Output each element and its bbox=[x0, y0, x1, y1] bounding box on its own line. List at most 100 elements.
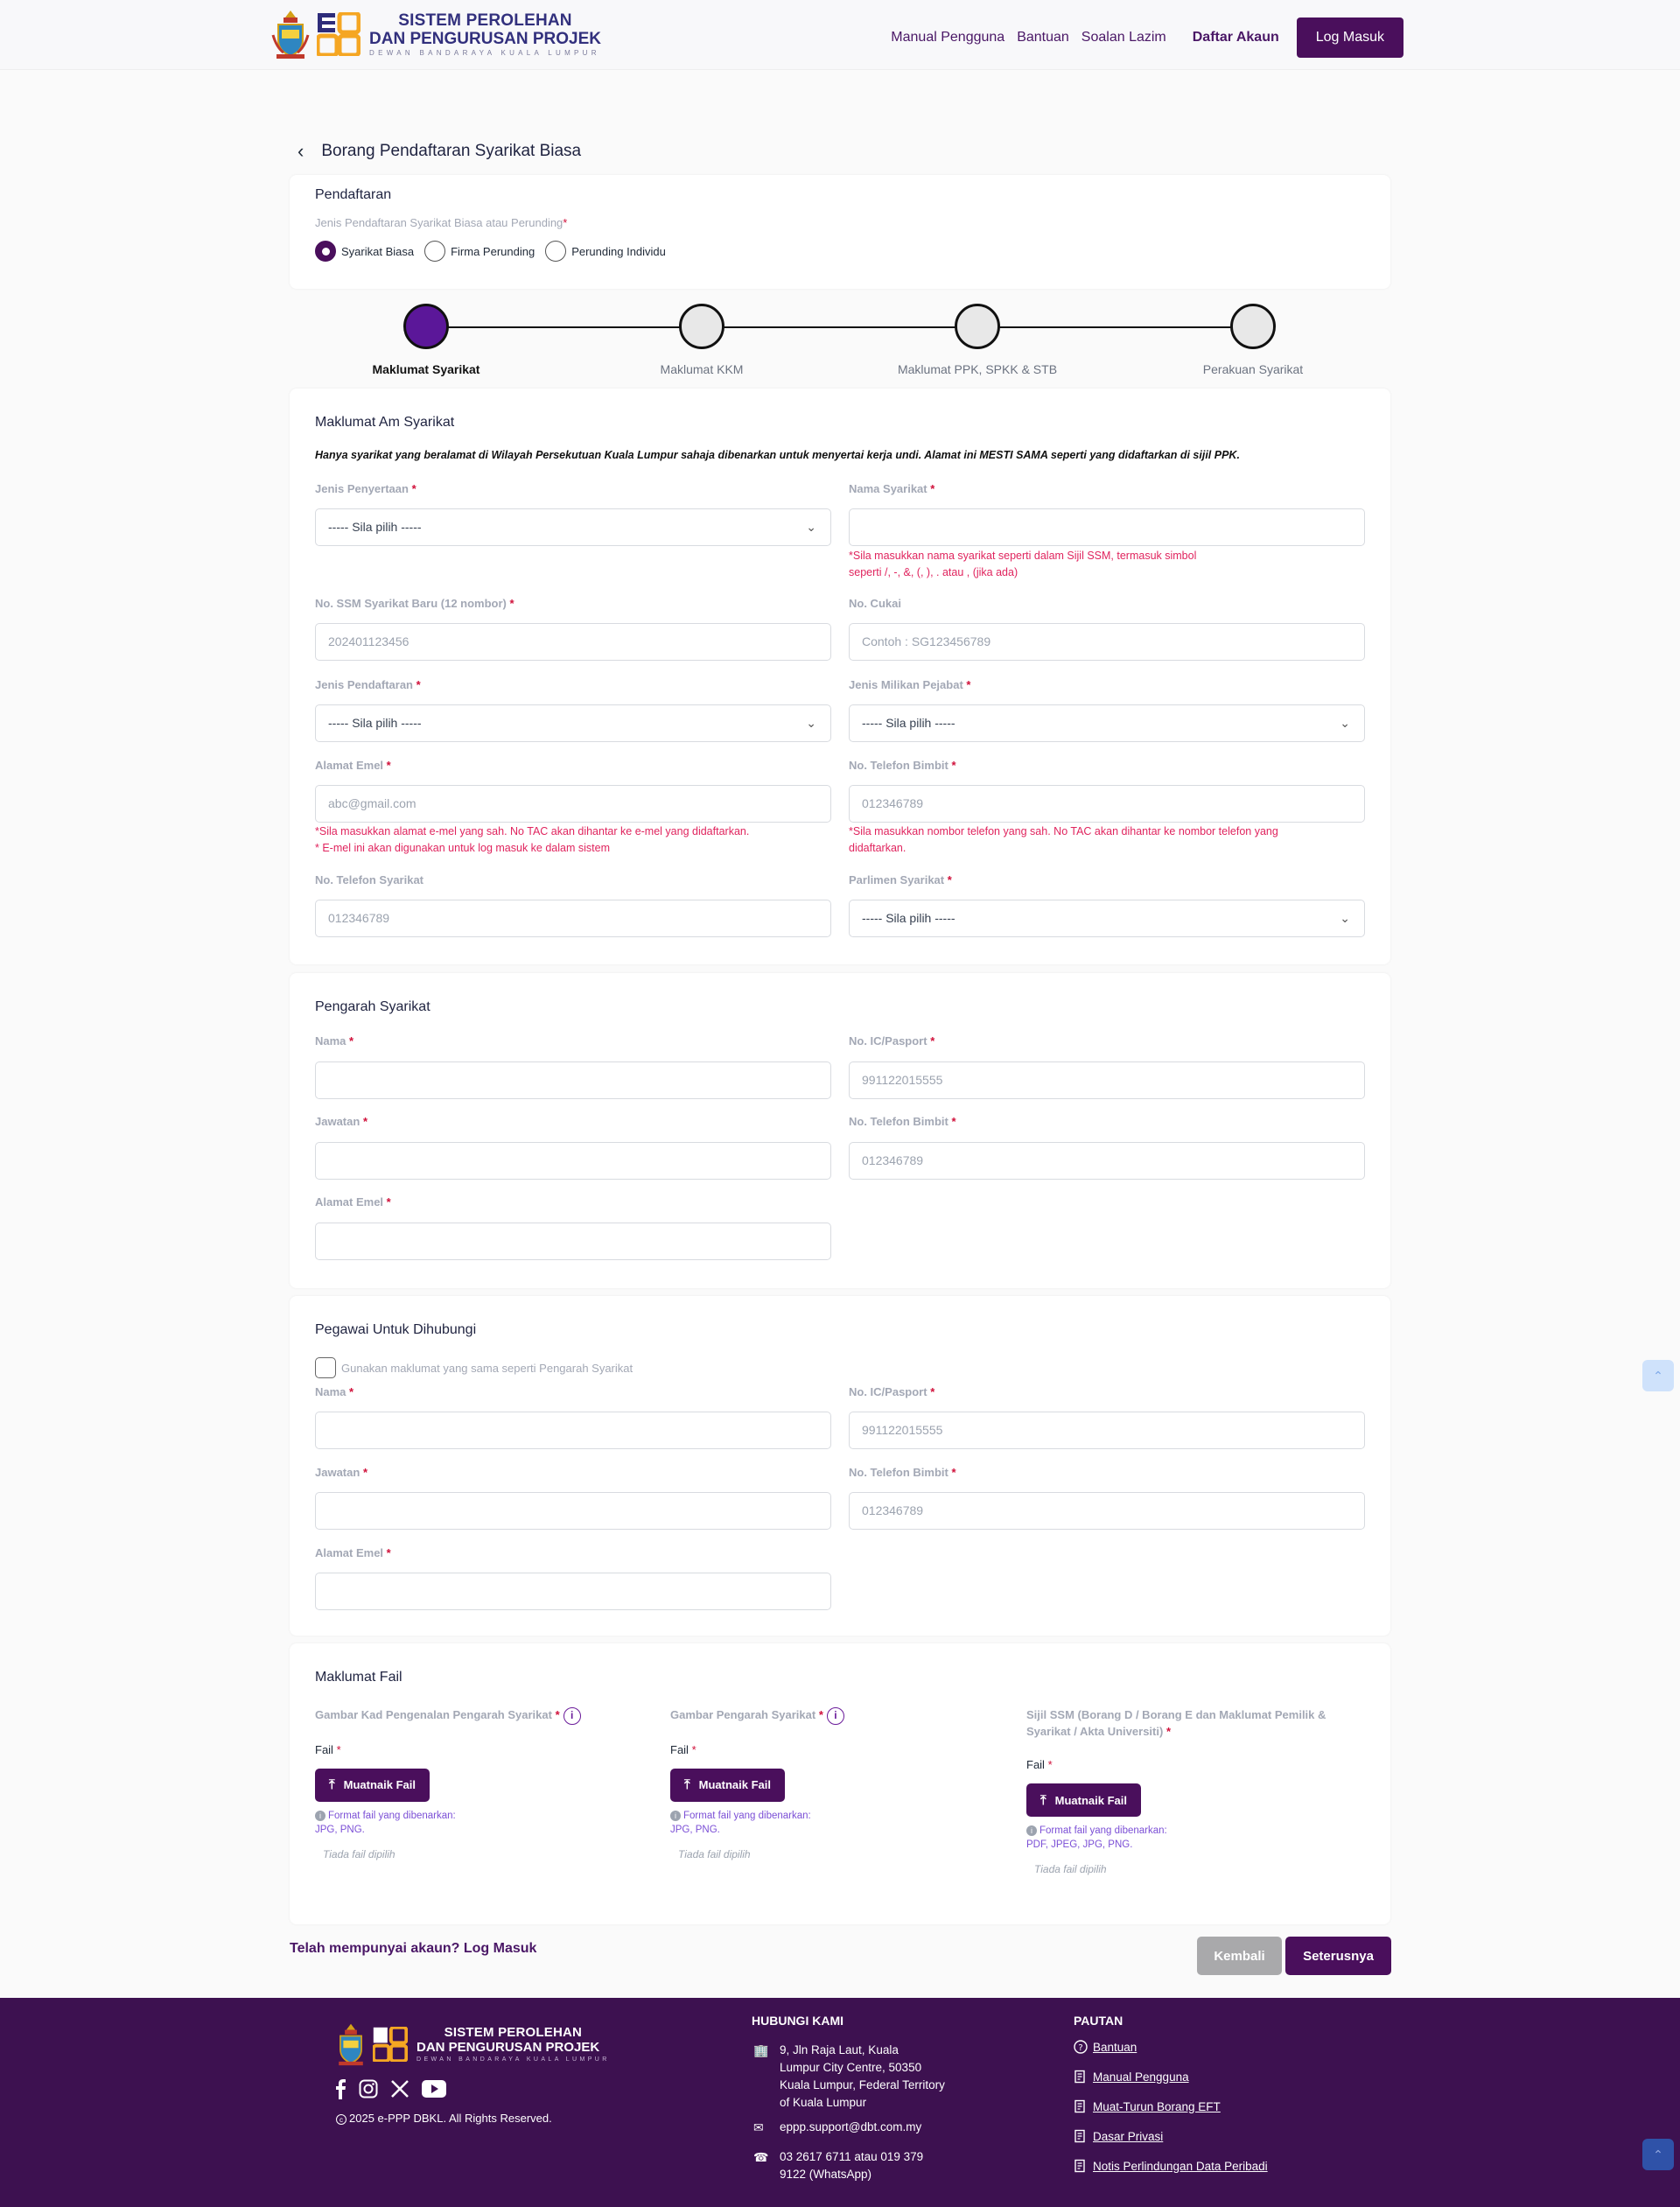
eppp-mark-icon bbox=[317, 12, 360, 56]
footer-link-privasi[interactable]: Dasar Privasi bbox=[1074, 2129, 1163, 2143]
same-as-pengarah-checkbox[interactable]: Gunakan maklumat yang sama seperti Penga… bbox=[315, 1357, 633, 1378]
copyright: c 2025 e-PPP DBKL. All Rights Reserved. bbox=[336, 2112, 552, 2125]
pengarah-nama-input[interactable] bbox=[315, 1061, 831, 1099]
site-logo[interactable]: SISTEM PEROLEHAN DAN PENGURUSAN PROJEK D… bbox=[271, 9, 601, 60]
facebook-icon[interactable] bbox=[334, 2078, 346, 2099]
seterusnya-button[interactable]: Seterusnya bbox=[1285, 1937, 1391, 1975]
document-icon bbox=[1074, 2070, 1085, 2084]
pengarah-jawatan-input[interactable] bbox=[315, 1142, 831, 1180]
radio-firma-perunding[interactable]: Firma Perunding bbox=[424, 241, 535, 262]
jenis-radio-group: Syarikat Biasa Firma Perunding Perunding… bbox=[315, 241, 676, 262]
footer-link-bantuan[interactable]: ? Bantuan bbox=[1074, 2040, 1137, 2054]
step-perakuan[interactable]: Perakuan Syarikat bbox=[1166, 304, 1340, 376]
nav-bantuan-link[interactable]: Bantuan bbox=[1017, 30, 1069, 46]
jenis-penyertaan-label: Jenis Penyertaan * bbox=[315, 482, 416, 495]
telefon-bimbit-hint: *Sila masukkan nombor telefon yang sah. … bbox=[849, 825, 1278, 854]
radio-dot bbox=[545, 241, 567, 262]
maklumat-fail-title: Maklumat Fail bbox=[315, 1670, 402, 1685]
pegawai-emel-label: Alamat Emel * bbox=[315, 1546, 391, 1559]
footer-brand-line-3: DEWAN BANDARAYA KUALA LUMPUR bbox=[416, 2056, 610, 2063]
x-twitter-icon[interactable] bbox=[390, 2079, 410, 2098]
kembali-button[interactable]: Kembali bbox=[1197, 1937, 1282, 1975]
file-title: Sijil SSM (Borang D / Borang E dan Maklu… bbox=[1026, 1708, 1326, 1738]
pengarah-telefon-label: No. Telefon Bimbit * bbox=[849, 1115, 956, 1128]
parlimen-select[interactable]: ----- Sila pilih ----- ⌄ bbox=[849, 900, 1365, 937]
address-note: Hanya syarikat yang beralamat di Wilayah… bbox=[315, 449, 1240, 461]
footer-scroll-top-button[interactable]: ⌃ bbox=[1642, 2139, 1674, 2170]
pegawai-nama-input[interactable] bbox=[315, 1412, 831, 1449]
jenis-pendaftaran-select[interactable]: ----- Sila pilih ----- ⌄ bbox=[315, 704, 831, 742]
pengarah-emel-label: Alamat Emel * bbox=[315, 1195, 391, 1209]
fail-label: Fail * bbox=[670, 1742, 696, 1756]
pegawai-telefon-label: No. Telefon Bimbit * bbox=[849, 1466, 956, 1479]
dbkl-crest-icon bbox=[339, 2023, 363, 2066]
pendaftaran-title: Pendaftaran bbox=[315, 187, 392, 202]
no-ssm-input[interactable]: 202401123456 bbox=[315, 623, 831, 661]
radio-perunding-individu[interactable]: Perunding Individu bbox=[545, 241, 666, 262]
alamat-emel-input[interactable]: abc@gmail.com bbox=[315, 785, 831, 823]
pendaftaran-card: Pendaftaran Jenis Pendaftaran Syarikat B… bbox=[290, 175, 1390, 289]
radio-syarikat-biasa[interactable]: Syarikat Biasa bbox=[315, 241, 414, 262]
nama-syarikat-label: Nama Syarikat * bbox=[849, 482, 935, 495]
upload-photo-button[interactable]: ⤒ Muatnaik Fail bbox=[670, 1768, 785, 1802]
pegawai-telefon-input[interactable]: 012346789 bbox=[849, 1492, 1365, 1530]
back-chevron-icon[interactable]: ‹ bbox=[298, 140, 304, 163]
pegawai-emel-input[interactable] bbox=[315, 1573, 831, 1610]
info-icon[interactable]: i bbox=[826, 1706, 844, 1725]
nav-soalan-link[interactable]: Soalan Lazim bbox=[1082, 30, 1166, 46]
pegawai-title: Pegawai Untuk Dihubungi bbox=[315, 1322, 477, 1337]
brand-line-3: DEWAN BANDARAYA KUALA LUMPUR bbox=[369, 48, 600, 57]
step-maklumat-kkm[interactable]: Maklumat KKM bbox=[614, 304, 789, 376]
pegawai-ic-input[interactable]: 991122015555 bbox=[849, 1412, 1365, 1449]
no-cukai-input[interactable]: Contoh : SG123456789 bbox=[849, 623, 1365, 661]
pengarah-emel-input[interactable] bbox=[315, 1223, 831, 1260]
nav-manual-link[interactable]: Manual Pengguna bbox=[891, 30, 1004, 46]
pengarah-ic-label: No. IC/Pasport * bbox=[849, 1034, 935, 1047]
footer-email[interactable]: ✉ eppp.support@dbt.com.my bbox=[753, 2119, 921, 2136]
pengarah-telefon-input[interactable]: 012346789 bbox=[849, 1142, 1365, 1180]
mail-icon: ✉ bbox=[753, 2120, 764, 2134]
info-small-icon: i bbox=[670, 1810, 681, 1821]
telefon-syarikat-input[interactable]: 012346789 bbox=[315, 900, 831, 937]
step-maklumat-syarikat[interactable]: Maklumat Syarikat bbox=[339, 304, 514, 376]
instagram-icon[interactable] bbox=[359, 2079, 378, 2098]
footer-link-eft[interactable]: Muat-Turun Borang EFT bbox=[1074, 2099, 1221, 2113]
upload-ssm-button[interactable]: ⤒ Muatnaik Fail bbox=[1026, 1783, 1141, 1817]
progress-stepper: Maklumat Syarikat Maklumat KKM Maklumat … bbox=[290, 302, 1390, 376]
login-button[interactable]: Log Masuk bbox=[1296, 18, 1404, 58]
hubungi-title: HUBUNGI KAMI bbox=[752, 2014, 844, 2028]
pengarah-ic-input[interactable]: 991122015555 bbox=[849, 1061, 1365, 1099]
nama-syarikat-input[interactable] bbox=[849, 508, 1365, 546]
jenis-pendaftaran-label: Jenis Pendaftaran * bbox=[315, 678, 421, 691]
jenis-penyertaan-select[interactable]: ----- Sila pilih ----- ⌄ bbox=[315, 508, 831, 546]
alamat-emel-hint: *Sila masukkan alamat e-mel yang sah. No… bbox=[315, 825, 750, 854]
telefon-bimbit-input[interactable]: 012346789 bbox=[849, 785, 1365, 823]
pegawai-jawatan-input[interactable] bbox=[315, 1492, 831, 1530]
scroll-top-button[interactable]: ⌃ bbox=[1642, 1360, 1674, 1391]
info-small-icon: i bbox=[1026, 1825, 1037, 1836]
fail-label: Fail * bbox=[315, 1742, 341, 1756]
file-title: Gambar Kad Pengenalan Pengarah Syarikat … bbox=[315, 1706, 648, 1725]
maklumat-am-card: Maklumat Am Syarikat Hanya syarikat yang… bbox=[290, 389, 1390, 964]
pengarah-title: Pengarah Syarikat bbox=[315, 999, 430, 1014]
upload-ic-button[interactable]: ⤒ Muatnaik Fail bbox=[315, 1768, 430, 1802]
footer-link-manual[interactable]: Manual Pengguna bbox=[1074, 2070, 1189, 2084]
footer-link-pdp[interactable]: Notis Perlindungan Data Peribadi bbox=[1074, 2159, 1268, 2173]
footer-brand-line-2: DAN PENGURUSAN PROJEK bbox=[416, 2040, 600, 2055]
step-maklumat-ppk[interactable]: Maklumat PPK, SPKK & STB bbox=[890, 304, 1065, 376]
file-upload-ic: Gambar Kad Pengenalan Pengarah Syarikat … bbox=[315, 1706, 648, 1860]
info-icon[interactable]: i bbox=[563, 1706, 581, 1725]
footer-logo[interactable]: SISTEM PEROLEHAN DAN PENGURUSAN PROJEK D… bbox=[334, 2022, 610, 2066]
nav-daftar-link[interactable]: Daftar Akaun bbox=[1193, 30, 1279, 46]
youtube-icon[interactable] bbox=[422, 2080, 446, 2098]
have-account-login-link[interactable]: Telah mempunyai akaun? Log Masuk bbox=[290, 1941, 536, 1957]
jenis-milikan-select[interactable]: ----- Sila pilih ----- ⌄ bbox=[849, 704, 1365, 742]
phone-icon: ☎ bbox=[753, 2150, 769, 2164]
maklumat-am-title: Maklumat Am Syarikat bbox=[315, 415, 455, 430]
chevron-down-icon: ⌄ bbox=[806, 716, 816, 730]
brand-line-2: DAN PENGURUSAN PROJEK bbox=[369, 29, 601, 48]
format-note: i Format fail yang dibenarkan: PDF, JPEG, … bbox=[1026, 1825, 1167, 1850]
footer-phone: ☎ 03 2617 6711 atau 019 379 9122 (WhatsAp… bbox=[753, 2148, 923, 2183]
telefon-bimbit-label: No. Telefon Bimbit * bbox=[849, 759, 956, 772]
parlimen-label: Parlimen Syarikat * bbox=[849, 873, 952, 886]
